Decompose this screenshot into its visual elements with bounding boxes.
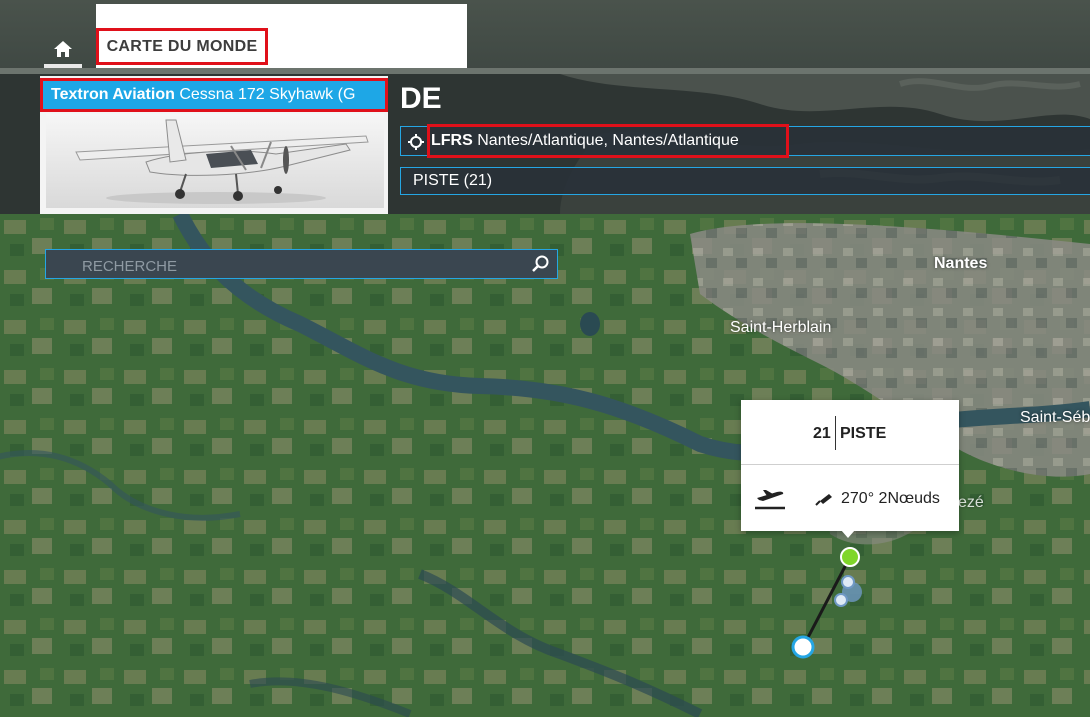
runway-popup-header: 21 PISTE [741,400,959,465]
map-search-box[interactable] [45,249,558,279]
home-icon [54,41,72,57]
cessna-illustration [75,119,369,204]
popup-pointer [841,530,855,538]
tab-world-map-label: CARTE DU MONDE [96,28,268,65]
city-label-reze: ezé [958,494,984,511]
aircraft-name[interactable]: Textron Aviation Cessna 172 Skyhawk (G [40,78,388,112]
search-input[interactable] [80,255,524,277]
locate-icon [408,134,424,150]
runway-number: 21 [813,425,831,442]
city-label-nantes: Nantes [934,255,988,272]
search-icon[interactable] [531,254,551,274]
aircraft-model: Cessna 172 Skyhawk (G [179,86,356,103]
runway-separator [835,416,836,450]
world-map[interactable]: Nantes Saint-Herblain Saint-Séb ezé 21 P… [0,214,1090,717]
departure-runway-field[interactable]: PISTE (21) [400,167,1090,195]
home-button[interactable] [44,30,82,68]
airport-text: LFRS Nantes/Atlantique, Nantes/Atlantiqu… [431,132,739,150]
departure-airport-field[interactable]: LFRS Nantes/Atlantique, Nantes/Atlantiqu… [400,124,1090,158]
airport-icao: LFRS [431,132,473,149]
departure-label: DE [400,82,442,115]
takeoff-icon [755,490,785,510]
windsock-icon [815,494,832,506]
aircraft-image [46,114,384,208]
airport-name: Nantes/Atlantique, Nantes/Atlantique [477,132,739,149]
tab-world-map[interactable]: CARTE DU MONDE [96,4,467,68]
wind-info: 270° 2Nœuds [841,490,940,507]
runway-label: PISTE [840,425,887,442]
city-label-saint-herblain: Saint-Herblain [730,319,832,336]
top-nav-bar: CARTE DU MONDE [0,0,1090,74]
city-label-saint-seb: Saint-Séb [1020,409,1090,426]
departure-panel: Textron Aviation Cessna 172 Skyhawk (G D… [0,74,1090,214]
aircraft-manufacturer: Textron Aviation [51,86,175,103]
runway-popup[interactable]: 21 PISTE 270° 2Nœuds [741,400,959,538]
